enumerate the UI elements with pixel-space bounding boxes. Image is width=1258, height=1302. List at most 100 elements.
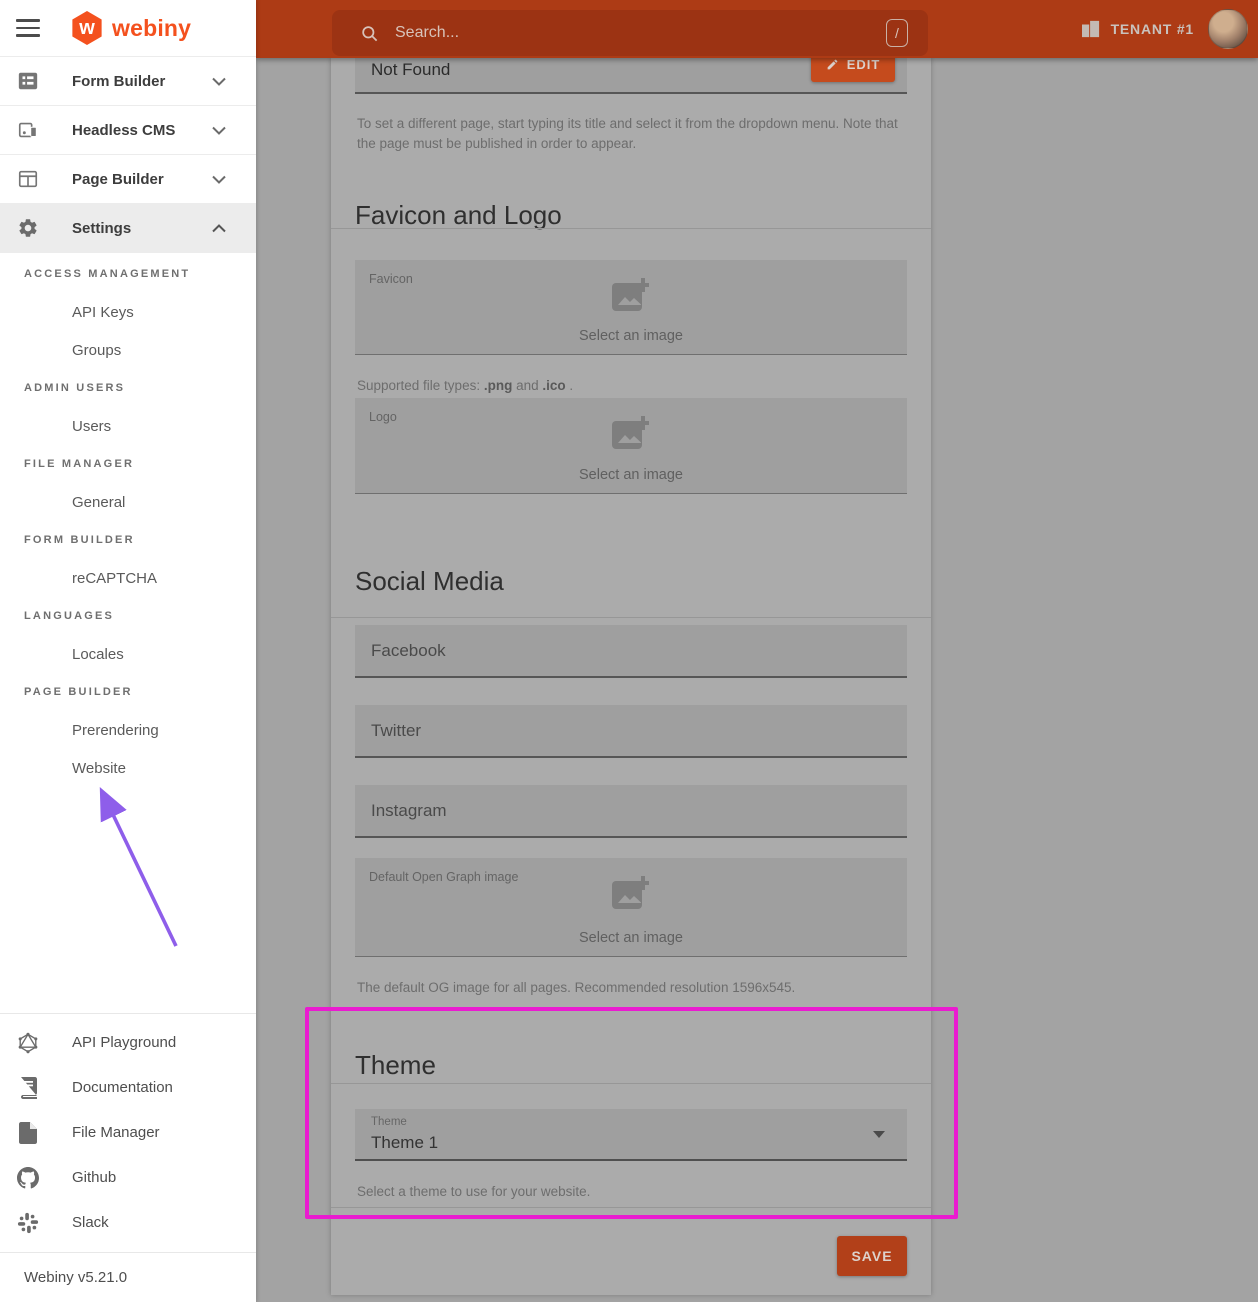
edit-button[interactable]: EDIT bbox=[811, 58, 895, 82]
save-button[interactable]: SAVE bbox=[837, 1236, 907, 1276]
form-builder-icon bbox=[16, 69, 40, 93]
submenu-item-website[interactable]: Website bbox=[0, 749, 256, 787]
book-icon bbox=[16, 1076, 40, 1100]
section-title-favicon-logo: Favicon and Logo bbox=[355, 200, 562, 231]
sidebar-item-label: Settings bbox=[72, 220, 212, 237]
divider bbox=[331, 1083, 931, 1084]
utility-item-label: API Playground bbox=[72, 1034, 176, 1051]
page-builder-icon bbox=[16, 167, 40, 191]
logo-upload[interactable]: Logo Select an image bbox=[355, 398, 907, 494]
utility-item-label: Documentation bbox=[72, 1079, 173, 1096]
search-icon bbox=[360, 24, 379, 43]
divider bbox=[331, 617, 931, 618]
utility-item-label: Github bbox=[72, 1169, 116, 1186]
headless-cms-icon bbox=[16, 118, 40, 142]
sidebar-item-form-builder[interactable]: Form Builder bbox=[0, 57, 256, 106]
edit-button-label: EDIT bbox=[847, 58, 881, 72]
favicon-upload-action: Select an image bbox=[355, 328, 907, 344]
slack-icon bbox=[16, 1211, 40, 1235]
file-icon bbox=[16, 1121, 40, 1145]
submenu-section-form-builder: FORM BUILDER bbox=[0, 521, 256, 559]
homepage-helper-text: To set a different page, start typing it… bbox=[357, 114, 905, 156]
sidebar-item-label: Form Builder bbox=[72, 73, 212, 90]
avatar[interactable] bbox=[1208, 9, 1248, 49]
logo-upload-label: Logo bbox=[369, 410, 397, 424]
submenu-item-general[interactable]: General bbox=[0, 483, 256, 521]
homepage-input-value: Not Found bbox=[371, 60, 450, 80]
building-icon bbox=[1081, 20, 1101, 38]
website-settings-card: Not Found EDIT To set a different page, … bbox=[331, 58, 931, 1295]
sidebar-item-documentation[interactable]: Documentation bbox=[0, 1065, 256, 1110]
image-plus-icon bbox=[610, 414, 652, 457]
pencil-icon bbox=[826, 58, 839, 71]
submenu-item-users[interactable]: Users bbox=[0, 407, 256, 445]
submenu-item-api-keys[interactable]: API Keys bbox=[0, 293, 256, 331]
sidebar: w webiny Form Builder Headless CMS bbox=[0, 0, 256, 1302]
sidebar-item-github[interactable]: Github bbox=[0, 1155, 256, 1200]
submenu-item-prerendering[interactable]: Prerendering bbox=[0, 711, 256, 749]
theme-select-label: Theme bbox=[371, 1116, 407, 1128]
tenant-selector[interactable]: TENANT #1 bbox=[1081, 0, 1194, 58]
image-plus-icon bbox=[610, 276, 652, 319]
main-content: Not Found EDIT To set a different page, … bbox=[256, 58, 1258, 1302]
submenu-item-locales[interactable]: Locales bbox=[0, 635, 256, 673]
submenu-section-page-builder: PAGE BUILDER bbox=[0, 673, 256, 711]
save-button-label: SAVE bbox=[851, 1248, 892, 1264]
favicon-helper-text: Supported file types: .png and .ico . bbox=[357, 376, 573, 397]
chevron-up-icon bbox=[212, 224, 226, 233]
logo-upload-action: Select an image bbox=[355, 467, 907, 483]
sidebar-item-headless-cms[interactable]: Headless CMS bbox=[0, 106, 256, 155]
webiny-logo-text: webiny bbox=[112, 15, 191, 42]
section-title-social-media: Social Media bbox=[355, 566, 504, 597]
sidebar-item-settings[interactable]: Settings bbox=[0, 204, 256, 253]
theme-helper-text: Select a theme to use for your website. bbox=[357, 1182, 590, 1203]
search-shortcut-badge: / bbox=[886, 19, 908, 47]
sidebar-item-label: Page Builder bbox=[72, 171, 212, 188]
webiny-logo[interactable]: w webiny bbox=[70, 11, 191, 45]
settings-submenu: ACCESS MANAGEMENT API Keys Groups ADMIN … bbox=[0, 253, 256, 787]
og-image-upload[interactable]: Default Open Graph image Select an image bbox=[355, 858, 907, 957]
submenu-item-groups[interactable]: Groups bbox=[0, 331, 256, 369]
sidebar-item-slack[interactable]: Slack bbox=[0, 1200, 256, 1245]
utility-item-label: File Manager bbox=[72, 1124, 160, 1141]
chevron-down-icon bbox=[212, 126, 226, 135]
gear-icon bbox=[16, 216, 40, 240]
divider bbox=[331, 228, 931, 229]
sidebar-logo-row: w webiny bbox=[0, 0, 256, 57]
twitter-input-label: Twitter bbox=[371, 721, 421, 741]
utility-item-label: Slack bbox=[72, 1214, 109, 1231]
submenu-section-access-management: ACCESS MANAGEMENT bbox=[0, 255, 256, 293]
sidebar-item-label: Headless CMS bbox=[72, 122, 212, 139]
github-icon bbox=[16, 1166, 40, 1190]
sidebar-item-api-playground[interactable]: API Playground bbox=[0, 1020, 256, 1065]
chevron-down-icon bbox=[212, 175, 226, 184]
submenu-section-languages: LANGUAGES bbox=[0, 597, 256, 635]
twitter-input[interactable]: Twitter bbox=[355, 705, 907, 758]
favicon-upload-label: Favicon bbox=[369, 272, 413, 286]
search-input[interactable]: Search... / bbox=[332, 10, 928, 56]
submenu-section-file-manager: FILE MANAGER bbox=[0, 445, 256, 483]
caret-down-icon bbox=[873, 1131, 885, 1138]
chevron-down-icon bbox=[212, 77, 226, 86]
image-plus-icon bbox=[610, 874, 652, 917]
favicon-upload[interactable]: Favicon Select an image bbox=[355, 260, 907, 355]
hamburger-menu-icon[interactable] bbox=[16, 19, 40, 37]
submenu-item-recaptcha[interactable]: reCAPTCHA bbox=[0, 559, 256, 597]
sidebar-main-menu: Form Builder Headless CMS Page Builder bbox=[0, 57, 256, 253]
facebook-input-label: Facebook bbox=[371, 641, 446, 661]
theme-select-value: Theme 1 bbox=[371, 1133, 438, 1153]
theme-select[interactable]: Theme Theme 1 bbox=[355, 1109, 907, 1161]
webiny-admin-app: w webiny Form Builder Headless CMS bbox=[0, 0, 1258, 1302]
section-title-theme: Theme bbox=[355, 1050, 436, 1081]
og-image-upload-action: Select an image bbox=[355, 930, 907, 946]
facebook-input[interactable]: Facebook bbox=[355, 625, 907, 678]
app-version: Webiny v5.21.0 bbox=[0, 1252, 256, 1302]
divider bbox=[331, 1207, 931, 1208]
instagram-input-label: Instagram bbox=[371, 801, 447, 821]
submenu-section-admin-users: ADMIN USERS bbox=[0, 369, 256, 407]
sidebar-item-page-builder[interactable]: Page Builder bbox=[0, 155, 256, 204]
og-helper-text: The default OG image for all pages. Reco… bbox=[357, 978, 795, 999]
sidebar-item-file-manager[interactable]: File Manager bbox=[0, 1110, 256, 1155]
instagram-input[interactable]: Instagram bbox=[355, 785, 907, 838]
search-placeholder: Search... bbox=[395, 24, 886, 42]
